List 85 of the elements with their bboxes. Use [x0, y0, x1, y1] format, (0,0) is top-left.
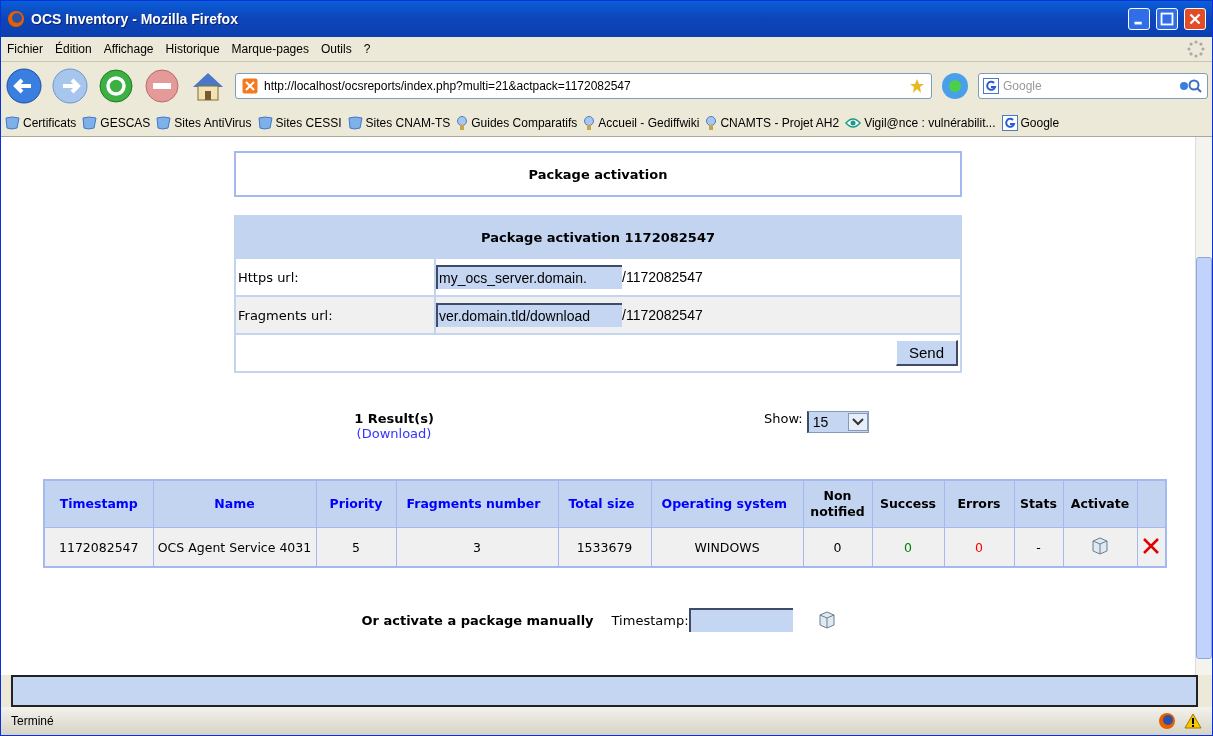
lightbulb-icon — [456, 115, 469, 131]
eye-icon — [845, 117, 862, 129]
table-cell: 1533679 — [558, 527, 651, 567]
table-cell: 0 — [975, 539, 983, 555]
close-button[interactable] — [1184, 8, 1206, 30]
bookmark-folder-icon — [5, 116, 20, 130]
bookmark-link[interactable]: Sites AntiVirus — [174, 116, 252, 130]
menu-item[interactable]: ? — [363, 42, 371, 56]
bookmark-link[interactable]: Sites CESSI — [275, 116, 342, 130]
bookmark-link[interactable]: GESCAS — [100, 116, 151, 130]
menu-item[interactable]: Marque-pages — [231, 42, 309, 56]
column-header[interactable]: Total size — [558, 480, 651, 528]
menu-item[interactable]: Affichage — [103, 42, 154, 56]
forward-button[interactable] — [51, 67, 89, 105]
menu-item[interactable]: Outils — [320, 42, 352, 56]
form-title: Package activation 1172082547 — [236, 217, 960, 257]
bookmark-link[interactable]: Accueil - Gediffwiki — [598, 116, 700, 130]
page-size-dropdown[interactable]: 15 — [806, 411, 869, 433]
column-header: Non notified — [803, 480, 872, 528]
window-title: OCS Inventory - Mozilla Firefox — [31, 11, 239, 27]
page-header: Package activation — [234, 151, 962, 197]
field-label: Https url: — [238, 269, 299, 285]
manual-activation-label: Or activate a package manually — [361, 612, 594, 628]
column-header: Activate — [1063, 480, 1137, 528]
column-header[interactable]: Name — [153, 480, 316, 528]
bookmark-link[interactable]: Guides Comparatifs — [471, 116, 578, 130]
bookmark-folder-icon — [156, 116, 172, 130]
bookmark-folder-icon — [347, 116, 363, 130]
site-icon — [242, 78, 258, 94]
bookmark-link[interactable]: Google — [1020, 116, 1060, 130]
bookmark-star-icon — [909, 78, 925, 94]
download-link[interactable]: (Download) — [356, 426, 432, 441]
lightbulb-icon — [705, 115, 718, 131]
result-count: 1 Result(s) — [354, 411, 434, 426]
table-cell: WINDOWS — [651, 527, 803, 567]
menu-item[interactable]: Fichier — [7, 42, 43, 56]
menu-item[interactable]: Édition — [55, 42, 92, 56]
column-header[interactable]: Operating system — [651, 480, 803, 528]
warning-icon — [1184, 713, 1202, 729]
lightbulb-icon — [583, 115, 596, 131]
table-cell: OCS Agent Service 4031 — [153, 527, 316, 567]
table-cell: - — [1014, 527, 1063, 567]
stop-button[interactable] — [143, 67, 181, 105]
menu-item[interactable]: Historique — [165, 42, 220, 56]
table-cell: 0 — [904, 539, 912, 555]
table-cell: 3 — [396, 527, 558, 567]
bookmark-folder-icon — [82, 116, 98, 130]
url-suffix: /1172082547 — [622, 269, 703, 285]
address-bar[interactable]: http://localhost/ocsreports/index.php?multi=21&actpack=1172082547 — [235, 73, 932, 99]
maximize-button[interactable] — [1156, 8, 1178, 30]
bookmark-link[interactable]: Sites CNAM-TS — [365, 116, 451, 130]
bookmark-folder-icon — [257, 116, 273, 130]
url-input-field[interactable]: ver.domain.tld/download — [436, 303, 622, 327]
url-input-field[interactable]: my_ocs_server.domain. — [436, 265, 622, 289]
column-header: Success — [872, 480, 944, 528]
scrollbar[interactable] — [1195, 137, 1212, 675]
status-text: Terminé — [11, 714, 55, 728]
back-button[interactable] — [5, 67, 43, 105]
google-icon — [983, 78, 999, 94]
search-icon[interactable] — [1179, 78, 1203, 94]
field-label: Fragments url: — [238, 307, 333, 323]
column-header[interactable]: Priority — [316, 480, 396, 528]
send-button[interactable]: Send — [895, 340, 958, 366]
column-header: Errors — [944, 480, 1014, 528]
throbber-icon — [1186, 39, 1206, 59]
bookmark-link[interactable]: CNAMTS - Projet AH2 — [720, 116, 840, 130]
bookmark-link[interactable]: Certificats — [23, 116, 77, 130]
timestamp-label: Timestamp: — [611, 612, 689, 628]
url-suffix: /1172082547 — [622, 307, 703, 323]
table-cell: 1172082547 — [44, 527, 153, 567]
table-cell: 0 — [803, 527, 872, 567]
column-header: Stats — [1014, 480, 1063, 528]
column-header[interactable]: Fragments number — [396, 480, 558, 528]
bookmark-link[interactable]: Vigil@nce : vulnérabilit... — [864, 116, 996, 130]
minimize-button[interactable] — [1128, 8, 1150, 30]
google-icon — [1001, 115, 1018, 131]
show-label: Show: — [764, 411, 803, 426]
table-cell: 5 — [316, 527, 396, 567]
reload-button[interactable] — [97, 67, 135, 105]
activate-package-icon[interactable] — [1092, 536, 1108, 555]
delete-icon[interactable] — [1142, 536, 1161, 555]
activate-package-icon[interactable] — [818, 611, 835, 629]
timestamp-input-field[interactable] — [688, 608, 793, 632]
column-header[interactable]: Timestamp — [44, 480, 153, 528]
go-button[interactable] — [940, 71, 970, 101]
